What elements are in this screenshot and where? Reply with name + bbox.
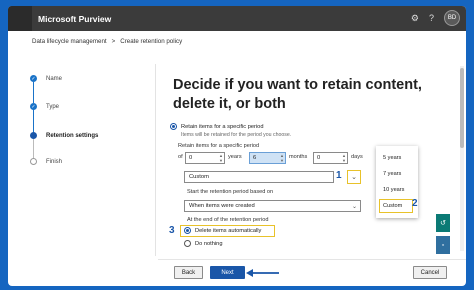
step-retention-settings[interactable]: Retention settings: [30, 132, 98, 139]
do-nothing-label: Do nothing: [195, 240, 223, 247]
cancel-button[interactable]: Cancel: [413, 266, 447, 279]
delete-option-label: Delete items automatically: [195, 227, 262, 234]
avatar[interactable]: BD: [444, 10, 460, 26]
step-label: Finish: [46, 158, 63, 165]
app-window: Microsoft Purview ⚙ ? BD Data lifecycle …: [8, 6, 466, 286]
app-title: Microsoft Purview: [38, 13, 112, 24]
start-period-value: When items were created: [189, 203, 255, 209]
current-step-icon: [30, 132, 37, 139]
step-label: Name: [46, 75, 63, 82]
top-bar: Microsoft Purview ⚙ ? BD: [8, 6, 466, 31]
months-unit-label: months: [289, 154, 308, 160]
next-button[interactable]: Next: [210, 266, 245, 279]
period-label: Retain items for a specific period: [178, 143, 260, 149]
step-label: Type: [46, 103, 60, 110]
back-button[interactable]: Back: [174, 266, 203, 279]
wizard-steps: ✓ Name ✓ Type Retention settings Finish: [8, 58, 148, 258]
retain-option-label: Retain items for a specific period: [181, 123, 264, 130]
end-period-label: At the end of the retention period: [187, 217, 269, 223]
start-period-dropdown[interactable]: When items were created ⌄: [184, 200, 361, 212]
start-period-label: Start the retention period based on: [187, 189, 274, 195]
step-connector: [33, 139, 35, 160]
app-launcher-icon[interactable]: [8, 6, 32, 31]
wizard-footer: Back Next Cancel: [158, 259, 466, 286]
breadcrumb-item-create-policy: Create retention policy: [120, 38, 183, 45]
page-title: Decide if you want to retain content, de…: [173, 77, 422, 112]
retain-option-description: Items will be retained for the period yo…: [181, 132, 292, 138]
days-value: 0: [317, 155, 321, 161]
breadcrumb: Data lifecycle management > Create reten…: [32, 38, 182, 45]
months-input[interactable]: 6 ▲ ▼: [249, 152, 286, 164]
period-dropdown-value: Custom: [189, 174, 209, 180]
years-value: 0: [189, 155, 193, 161]
years-input[interactable]: 0 ▲ ▼: [185, 152, 225, 164]
stepper-arrows-icon[interactable]: ▲ ▼: [342, 153, 346, 163]
step-label: Retention settings: [46, 132, 99, 139]
period-dropdown[interactable]: Custom: [184, 171, 334, 183]
breadcrumb-item-data-lifecycle[interactable]: Data lifecycle management: [32, 38, 107, 45]
arrow-annotation-icon: [246, 269, 279, 277]
menu-item-10-years[interactable]: 10 years: [376, 183, 418, 197]
menu-item-7-years[interactable]: 7 years: [376, 167, 418, 181]
scrollbar-thumb[interactable]: [460, 68, 464, 148]
radio-selected-icon[interactable]: [170, 123, 177, 130]
feedback-icon[interactable]: ↺: [436, 214, 450, 232]
stepper-arrows-icon[interactable]: ▲ ▼: [219, 153, 223, 163]
chevron-down-icon[interactable]: ⌄: [352, 203, 357, 210]
top-bar-actions: ⚙ ? BD: [411, 10, 460, 26]
stepper-arrows-icon[interactable]: ▲ ▼: [280, 153, 284, 163]
step-connector: [33, 82, 35, 103]
days-input[interactable]: 0 ▲ ▼: [313, 152, 348, 164]
do-nothing-option[interactable]: Do nothing: [184, 240, 223, 247]
radio-unselected-icon[interactable]: [184, 240, 191, 247]
step-name[interactable]: ✓ Name: [30, 75, 62, 82]
radio-selected-icon[interactable]: [184, 227, 191, 234]
step-finish[interactable]: Finish: [30, 158, 62, 165]
retain-option[interactable]: Retain items for a specific period: [170, 123, 264, 130]
chevron-down-icon[interactable]: ⌄: [347, 170, 361, 184]
check-icon: ✓: [30, 103, 37, 110]
years-unit-label: years: [228, 154, 242, 160]
delete-items-option[interactable]: Delete items automatically: [184, 227, 261, 234]
check-icon: ✓: [30, 75, 37, 82]
help-icon[interactable]: ?: [429, 13, 434, 23]
step-connector: [33, 109, 35, 133]
menu-item-custom[interactable]: Custom: [379, 199, 413, 213]
gear-icon[interactable]: ⚙: [411, 13, 419, 24]
step-type[interactable]: ✓ Type: [30, 103, 59, 110]
chat-icon[interactable]: ▫: [436, 236, 450, 254]
annotation-number-1: 1: [336, 170, 342, 181]
months-value: 6: [253, 155, 257, 161]
annotation-number-3: 3: [169, 225, 175, 236]
days-unit-label: days: [351, 154, 363, 160]
breadcrumb-separator: >: [111, 38, 116, 45]
menu-item-5-years[interactable]: 5 years: [376, 151, 418, 165]
annotation-number-2: 2: [412, 198, 418, 209]
period-of-label: of: [178, 154, 183, 160]
pending-step-icon: [30, 158, 37, 165]
panel-divider: [155, 64, 156, 256]
